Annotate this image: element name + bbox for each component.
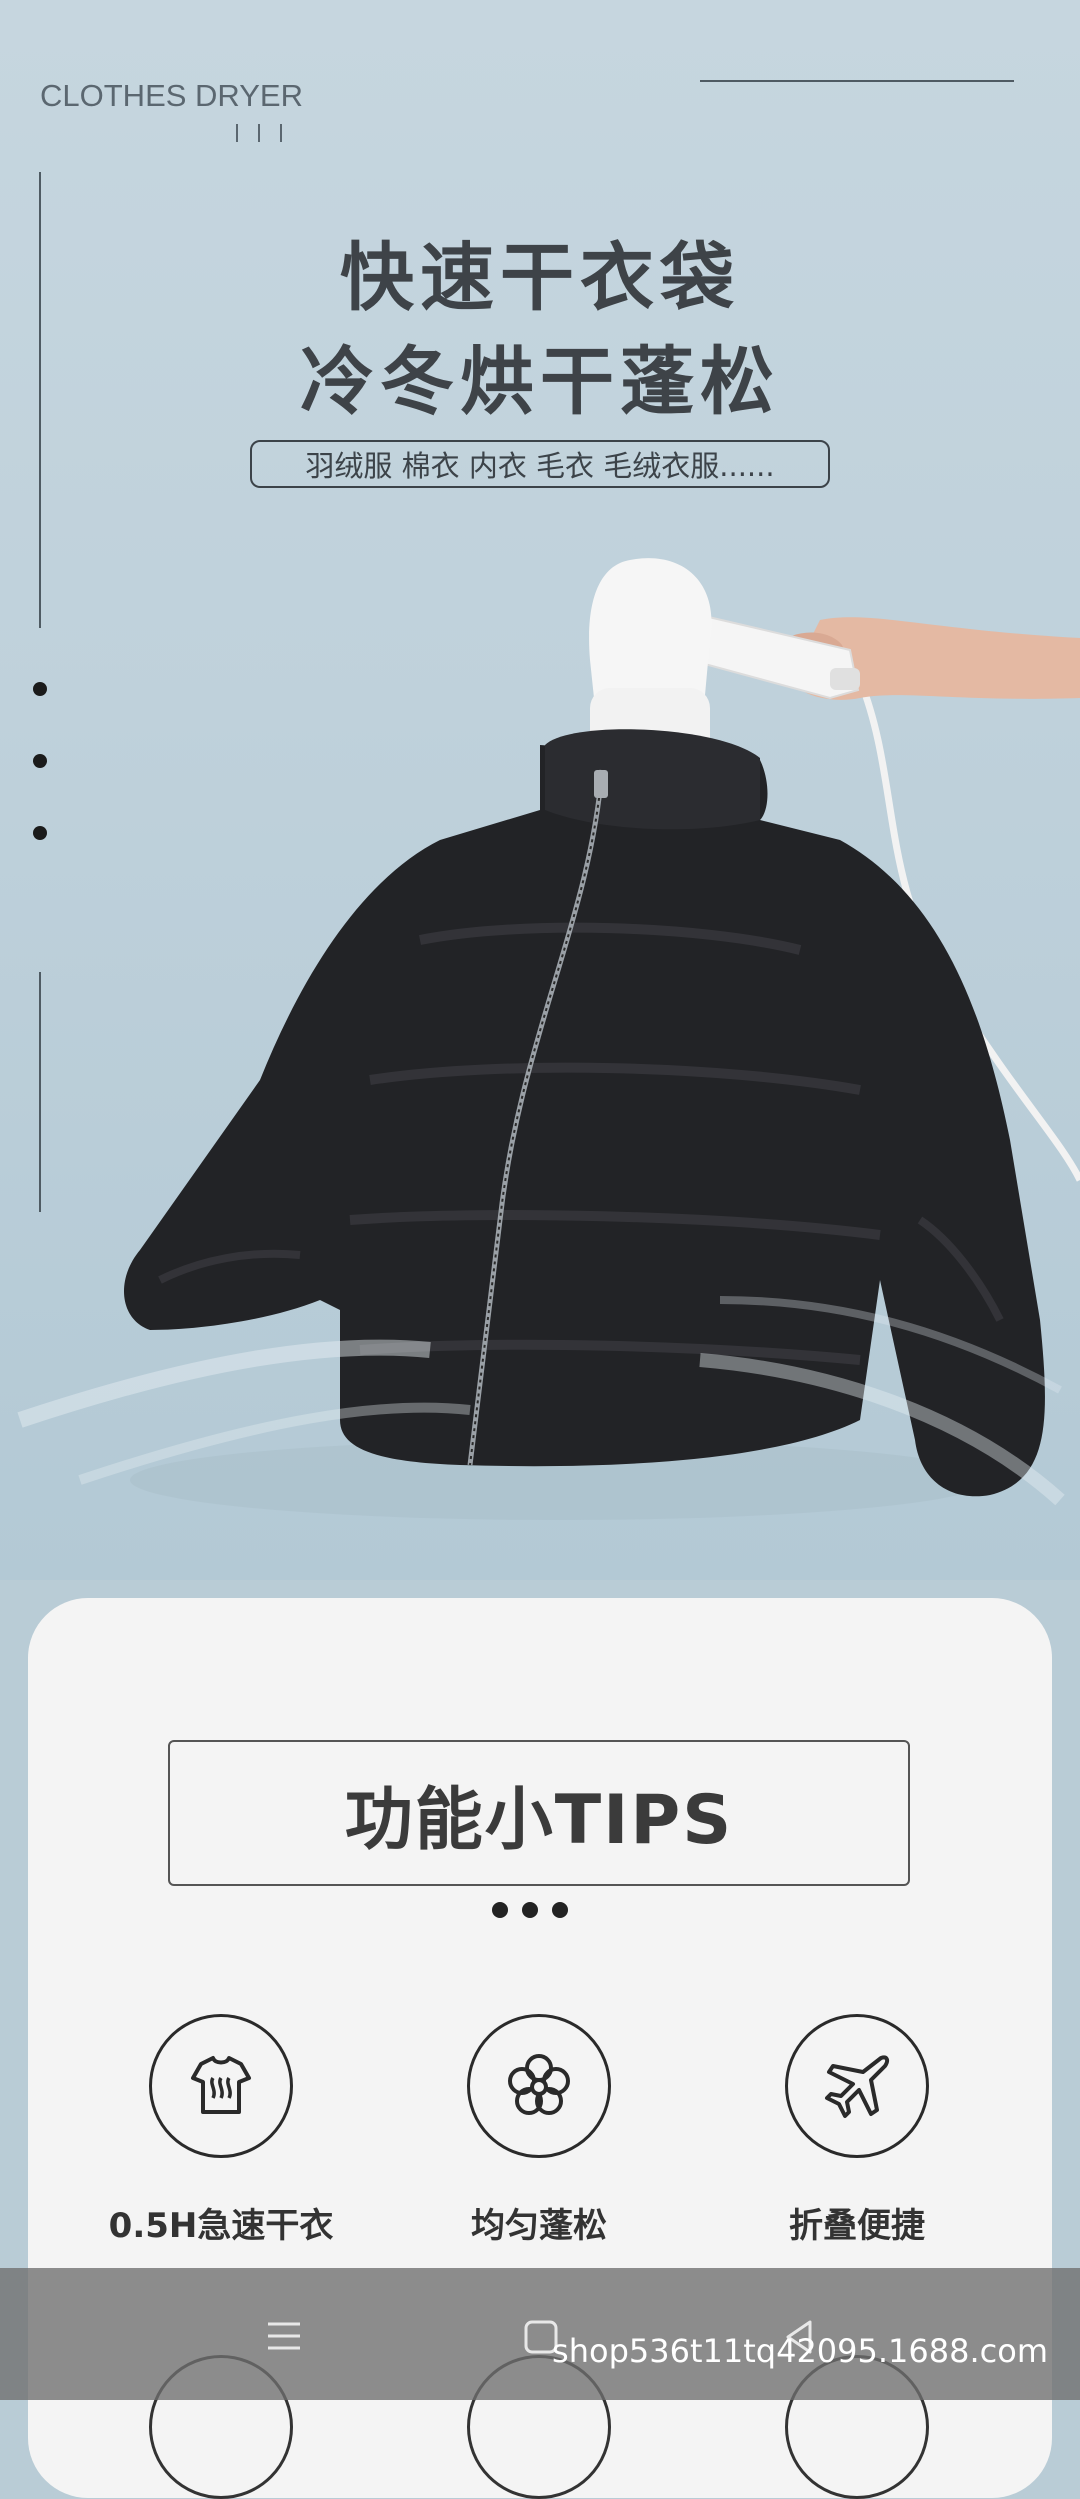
feature-foldable: 折叠便捷: [707, 2014, 1007, 2247]
clothing-tags: 羽绒服 棉衣 内衣 毛衣 毛绒衣服......: [250, 440, 830, 488]
feature-label-1: 0.5H急速干衣: [108, 2206, 334, 2246]
brand-label: CLOTHES DRYER: [40, 78, 303, 113]
hero-banner: CLOTHES DRYER 快速干衣袋 冷冬烘干蓬松 羽绒服 棉衣 内衣 毛衣 …: [0, 0, 1080, 1580]
product-illustration: [17, 558, 1080, 1520]
steam-shirt-icon: [149, 2014, 293, 2158]
feature-quick-dry: 0.5H急速干衣: [71, 2014, 371, 2247]
hero-title-line2: 冷冬烘干蓬松: [300, 339, 780, 425]
clothing-tags-text: 羽绒服 棉衣 内衣 毛衣 毛绒衣服......: [305, 449, 775, 483]
flower-icon: [467, 2014, 611, 2158]
brand-ticks: [236, 124, 282, 142]
tips-title-box: 功能小TIPS: [168, 1740, 910, 1886]
feature-fluffy: 均匀蓬松: [389, 2014, 689, 2247]
feature-label-2: 均匀蓬松: [471, 2206, 607, 2246]
airplane-icon: [785, 2014, 929, 2158]
top-divider: [700, 80, 1014, 82]
tips-title: 功能小TIPS: [344, 1780, 734, 1860]
hero-title-line1: 快速干衣袋: [340, 235, 740, 321]
pager-dots: [492, 1902, 568, 1920]
feature-label-3: 折叠便捷: [789, 2206, 925, 2246]
menu-icon[interactable]: [264, 2318, 304, 2361]
shop-watermark: shop536t11tq42095.1688.com: [552, 2332, 1048, 2370]
